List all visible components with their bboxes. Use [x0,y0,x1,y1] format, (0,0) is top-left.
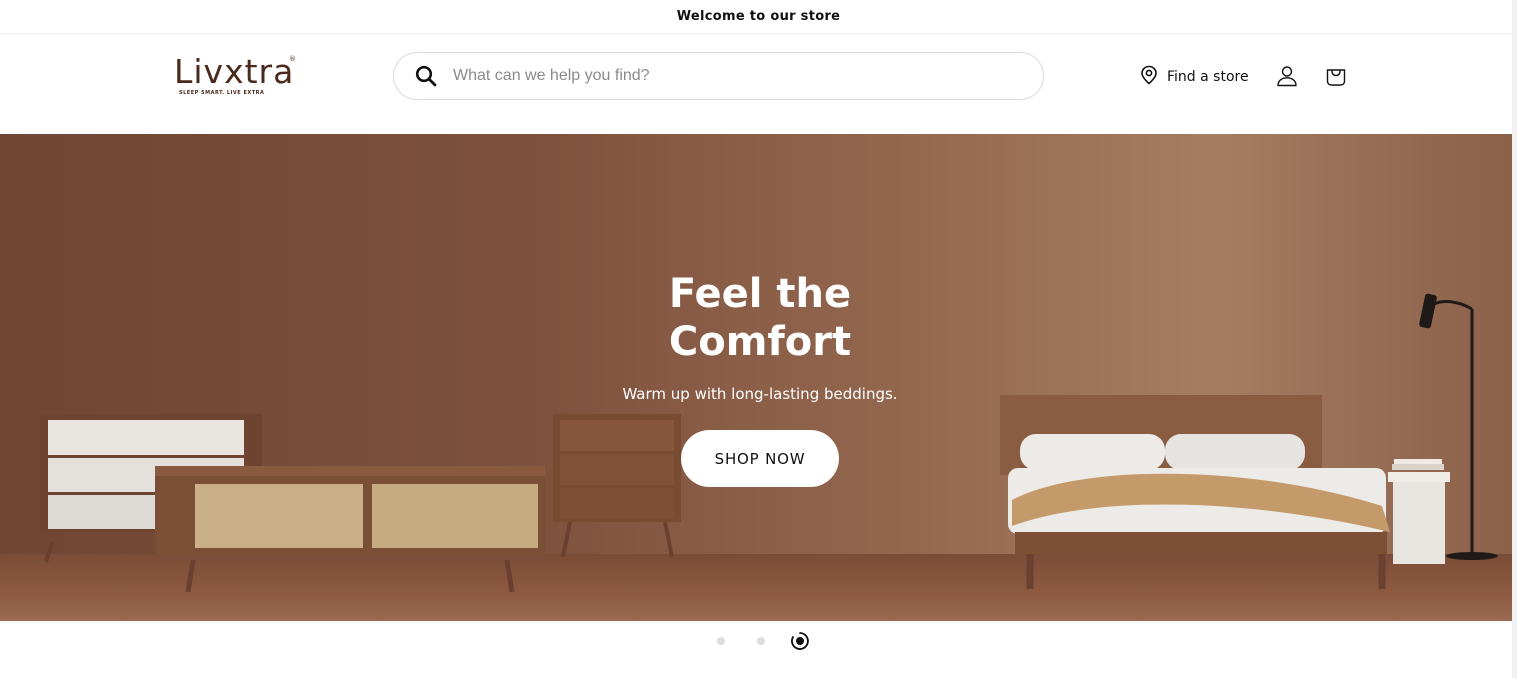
rattan-sideboard [155,466,545,593]
bed [1000,395,1390,589]
shop-now-button[interactable]: SHOP NOW [681,430,839,487]
user-icon[interactable] [1275,64,1299,88]
search-icon[interactable] [414,64,438,88]
scrollbar-track[interactable] [1512,0,1517,678]
hero-title-line2: Comfort [668,319,852,365]
logo-tagline: SLEEP SMART. LIVE EXTRA [179,90,265,96]
nightstand [553,414,681,558]
hero-title-line1: Feel the [668,271,852,317]
hero-title: Feel the Comfort [560,270,960,366]
side-table [1388,459,1450,564]
search-bar[interactable] [393,52,1044,100]
location-pin-icon [1140,65,1158,89]
find-store-label: Find a store [1167,69,1249,85]
carousel-dot-2[interactable] [757,637,765,645]
logo-registered-mark: ® [289,55,296,63]
hero-furniture-illustration [40,293,1498,593]
carousel-dot-1[interactable] [717,637,725,645]
carousel-dot-3-active[interactable] [790,631,810,651]
hero-subtitle: Warm up with long-lasting beddings. [622,385,898,403]
site-header: Livxtra ® SLEEP SMART. LIVE EXTRA Find a… [0,34,1517,134]
search-input[interactable] [453,56,1043,96]
shopping-bag-icon[interactable] [1324,64,1348,88]
logo[interactable]: Livxtra ® SLEEP SMART. LIVE EXTRA [174,54,298,100]
announcement-text: Welcome to our store [676,9,841,24]
find-store-link[interactable]: Find a store [1140,65,1249,89]
logo-wordmark: Livxtra [174,52,295,91]
carousel-dots [700,630,820,652]
announcement-bar: Welcome to our store [0,0,1517,34]
hero-banner: Feel the Comfort Warm up with long-lasti… [0,134,1517,621]
